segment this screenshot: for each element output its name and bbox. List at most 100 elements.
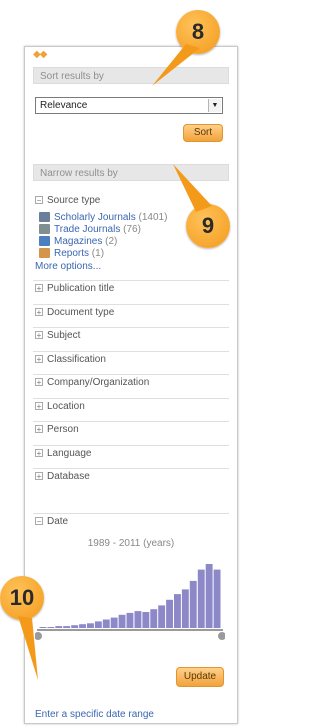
divider bbox=[33, 421, 229, 422]
source-type-label[interactable]: Magazines bbox=[54, 236, 102, 247]
histogram-bar bbox=[87, 623, 94, 628]
facet-label: Person bbox=[47, 424, 79, 435]
facet-item[interactable]: + Classification bbox=[35, 354, 106, 365]
update-button[interactable]: Update bbox=[176, 667, 224, 687]
divider bbox=[33, 468, 229, 469]
collapse-panel-icon[interactable]: ◆◆ bbox=[33, 49, 47, 60]
source-type-item[interactable]: Reports (1) bbox=[39, 248, 104, 259]
expand-toggle-icon[interactable]: + bbox=[35, 425, 43, 434]
slider-start-handle[interactable] bbox=[35, 632, 42, 640]
expand-toggle-icon[interactable]: + bbox=[35, 401, 43, 410]
histogram-bar bbox=[142, 612, 150, 628]
source-type-label[interactable]: Scholarly Journals bbox=[54, 212, 136, 223]
facet-item[interactable]: + Location bbox=[35, 401, 85, 412]
facet-label: Language bbox=[47, 447, 92, 459]
collapse-toggle-icon[interactable]: − bbox=[35, 196, 43, 205]
callout-marker-9: 9 bbox=[186, 204, 230, 248]
histogram-bar bbox=[134, 611, 142, 628]
facet-label: Classification bbox=[47, 353, 106, 365]
facet-date[interactable]: − Date bbox=[35, 516, 68, 527]
divider bbox=[33, 303, 229, 305]
histogram-bar bbox=[181, 589, 189, 628]
histogram-bar bbox=[150, 609, 158, 628]
date-histogram bbox=[35, 564, 225, 640]
facet-label: Source type bbox=[47, 195, 101, 206]
callout-marker-8: 8 bbox=[176, 10, 220, 54]
histogram-bar bbox=[213, 569, 221, 628]
facet-item[interactable]: + Language bbox=[35, 448, 92, 459]
sort-button[interactable]: Sort bbox=[183, 124, 223, 142]
divider bbox=[33, 374, 229, 375]
facet-label: Company/Organization bbox=[47, 377, 150, 388]
expand-toggle-icon[interactable]: + bbox=[35, 354, 43, 363]
expand-toggle-icon[interactable]: + bbox=[35, 331, 43, 340]
histogram-bar bbox=[55, 626, 63, 628]
source-type-label[interactable]: Trade Journals bbox=[54, 224, 120, 235]
more-options-link[interactable]: More options... bbox=[35, 261, 101, 272]
histogram-bar bbox=[110, 617, 118, 628]
divider bbox=[33, 444, 229, 446]
facet-item[interactable]: + Document type bbox=[35, 307, 114, 318]
dropdown-arrow-icon[interactable]: ▼ bbox=[208, 99, 221, 112]
source-type-item[interactable]: Scholarly Journals (1401) bbox=[39, 212, 167, 223]
histogram-bar bbox=[166, 599, 173, 628]
source-type-count: (1) bbox=[91, 248, 105, 259]
facet-item[interactable]: + Company/Organization bbox=[35, 377, 149, 388]
source-type-count: (1401) bbox=[138, 212, 168, 223]
facet-item[interactable]: + Person bbox=[35, 424, 79, 435]
journal-icon bbox=[39, 212, 50, 223]
histogram-bar bbox=[189, 580, 197, 628]
date-range-text: 1989 - 2011 (years) bbox=[87, 538, 175, 549]
histogram-bar bbox=[94, 621, 102, 628]
facet-label: Subject bbox=[47, 330, 81, 341]
source-type-count: (76) bbox=[123, 224, 141, 235]
divider bbox=[33, 280, 229, 281]
source-type-item[interactable]: Magazines (2) bbox=[39, 236, 117, 247]
magazine-icon bbox=[39, 236, 50, 247]
histogram-bar bbox=[205, 564, 213, 628]
trade-journal-icon bbox=[39, 224, 50, 235]
sort-section-header: Sort results by bbox=[33, 67, 229, 84]
search-results-sidebar: ◆◆ Sort results by Relevance ▼ Sort Narr… bbox=[24, 46, 238, 724]
sort-select-value: Relevance bbox=[40, 100, 88, 111]
histogram-bar bbox=[197, 569, 205, 628]
collapse-toggle-icon[interactable]: − bbox=[35, 517, 43, 526]
histogram-bar bbox=[118, 614, 126, 628]
report-icon bbox=[39, 248, 50, 259]
histogram-bar bbox=[126, 612, 134, 628]
expand-toggle-icon[interactable]: + bbox=[35, 472, 43, 481]
divider bbox=[33, 397, 229, 399]
specific-date-range-link[interactable]: Enter a specific date range bbox=[35, 709, 154, 720]
histogram-bar bbox=[79, 624, 86, 628]
callout-marker-10: 10 bbox=[0, 576, 44, 620]
expand-toggle-icon[interactable]: + bbox=[35, 307, 43, 316]
narrow-section-header: Narrow results by bbox=[33, 164, 229, 181]
facet-source-type[interactable]: − Source type bbox=[35, 195, 100, 206]
source-type-item[interactable]: Trade Journals (76) bbox=[39, 224, 141, 235]
expand-toggle-icon[interactable]: + bbox=[35, 448, 43, 457]
source-type-count: (2) bbox=[105, 236, 118, 247]
source-type-label[interactable]: Reports bbox=[54, 248, 89, 259]
divider bbox=[33, 327, 229, 328]
facet-item[interactable]: + Database bbox=[35, 471, 90, 482]
facet-label: Document type bbox=[47, 306, 115, 318]
histogram-bar bbox=[71, 625, 79, 628]
expand-toggle-icon[interactable]: + bbox=[35, 284, 43, 293]
histogram-bar bbox=[174, 594, 181, 628]
slider-end-handle[interactable] bbox=[218, 632, 225, 640]
facet-label: Publication title bbox=[47, 283, 115, 294]
sort-select[interactable]: Relevance ▼ bbox=[35, 97, 223, 114]
divider bbox=[33, 350, 229, 352]
histogram-bar bbox=[158, 605, 166, 628]
histogram-bar bbox=[47, 627, 55, 628]
facet-label: Date bbox=[47, 516, 69, 527]
facet-item[interactable]: + Subject bbox=[35, 330, 80, 341]
histogram-bar bbox=[102, 619, 110, 628]
facet-label: Location bbox=[47, 400, 85, 412]
expand-toggle-icon[interactable]: + bbox=[35, 378, 43, 387]
facet-item[interactable]: + Publication title bbox=[35, 283, 114, 294]
divider bbox=[33, 513, 229, 514]
histogram-bar bbox=[63, 626, 71, 628]
histogram-bar bbox=[39, 627, 47, 628]
facet-label: Database bbox=[47, 471, 90, 482]
